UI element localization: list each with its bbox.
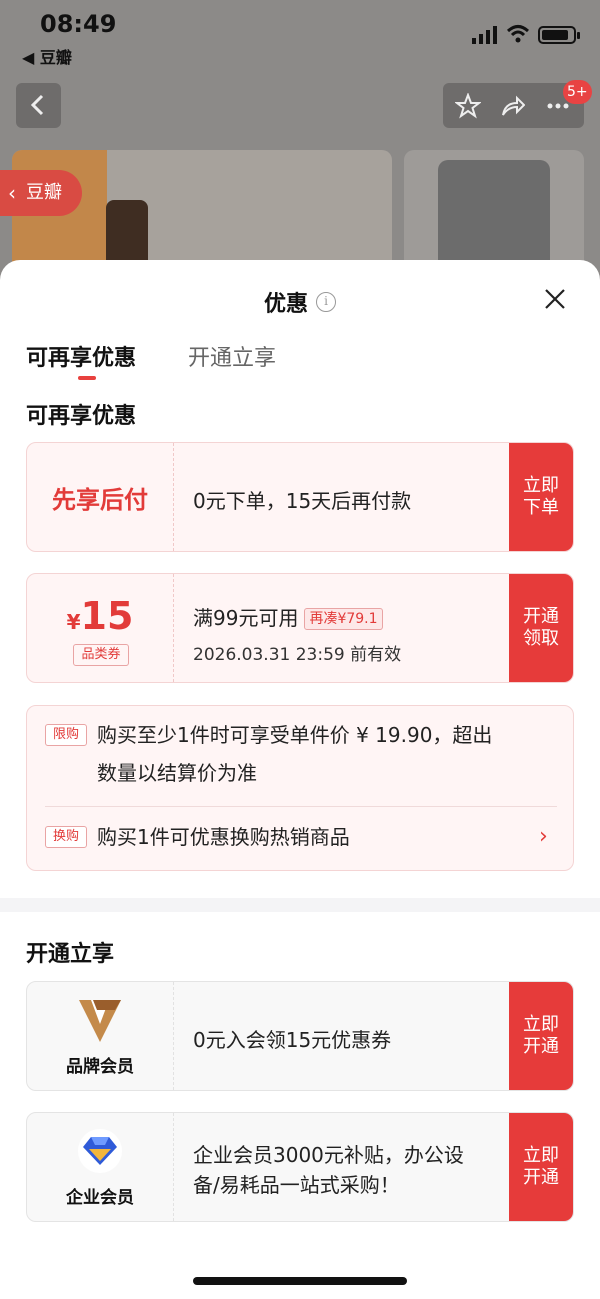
douban-return-tag[interactable]: ‹ 豆瓣 <box>0 170 82 216</box>
exchange-text[interactable]: 购买1件可优惠换购热销商品 <box>97 820 350 854</box>
notification-badge: 5+ <box>563 80 592 104</box>
pay-later-card[interactable]: 先享后付 0元下单，15天后再付款 立即下单 <box>26 442 574 552</box>
enterprise-text-line2: 备/易耗品一站式采购！ <box>193 1173 400 1197</box>
enterprise-text-line1: 企业会员3000元补贴，办公设 <box>193 1143 464 1167</box>
pay-later-text: 0元下单，15天后再付款 <box>193 489 412 513</box>
status-time: 08:49 <box>40 10 117 38</box>
coupon-card[interactable]: ¥15 品类券 满99元可用 再凑¥79.1 2026.03.31 23:59 前… <box>26 573 574 683</box>
open-brand-member-label: 立即开通 <box>523 1014 559 1057</box>
active-tab-indicator <box>78 376 96 380</box>
share-icon[interactable] <box>499 93 525 119</box>
brand-member-card[interactable]: 品牌会员 0元入会领15元优惠券 立即开通 <box>26 981 574 1091</box>
chevron-left-icon: ‹ <box>8 181 16 205</box>
open-brand-member-button[interactable]: 立即开通 <box>509 982 573 1090</box>
claim-coupon-label: 开通领取 <box>523 606 559 649</box>
pay-later-label: 先享后付 <box>52 485 148 514</box>
info-icon[interactable]: i <box>316 292 336 312</box>
douban-tag-label: 豆瓣 <box>26 182 62 203</box>
section-title-available: 可再享优惠 <box>26 404 137 429</box>
limit-text-line1: 购买至少1件时可享受单件价 ¥ 19.90，超出 <box>97 723 493 747</box>
coupon-condition-row: 满99元可用 再凑¥79.1 <box>193 602 383 631</box>
enterprise-diamond-icon <box>78 1129 122 1173</box>
divider <box>45 806 557 807</box>
sheet-title: 优惠 <box>263 292 308 317</box>
order-now-button[interactable]: 立即下单 <box>509 443 573 551</box>
section-title-open: 开通立享 <box>26 942 115 967</box>
star-icon[interactable] <box>455 93 481 119</box>
open-enterprise-member-label: 立即开通 <box>523 1145 559 1188</box>
limit-tag: 限购 <box>45 724 87 746</box>
close-icon[interactable] <box>540 284 570 314</box>
brand-member-logo-icon <box>79 1000 121 1042</box>
tab-open-now[interactable]: 开通立享 <box>188 340 276 372</box>
coupon-category-badge: 品类券 <box>73 644 129 666</box>
coupon-condition: 满99元可用 <box>193 606 299 630</box>
enterprise-member-card[interactable]: 企业会员 企业会员3000元补贴，办公设 备/易耗品一站式采购！ 立即开通 <box>26 1112 574 1222</box>
coupon-value: 15 <box>80 594 134 638</box>
claim-coupon-button[interactable]: 开通领取 <box>509 574 573 682</box>
brand-member-label: 品牌会员 <box>66 1057 134 1077</box>
order-now-label: 立即下单 <box>523 475 559 518</box>
back-to-app-link[interactable]: ◀ 豆瓣 <box>22 44 72 68</box>
chevron-left-icon <box>30 94 44 116</box>
wifi-icon <box>506 25 530 43</box>
status-bar: 08:49 ◀ 豆瓣 <box>0 0 600 80</box>
coupon-gap-tag: 再凑¥79.1 <box>304 608 383 630</box>
coupon-currency: ¥ <box>66 610 81 634</box>
back-button[interactable] <box>16 83 61 128</box>
enterprise-member-label: 企业会员 <box>66 1188 134 1208</box>
promo-box: 限购 购买至少1件时可享受单件价 ¥ 19.90，超出 数量以结算价为准 换购 … <box>26 705 574 871</box>
brand-member-text: 0元入会领15元优惠券 <box>193 1028 392 1052</box>
coupon-amount: ¥15 <box>27 594 173 638</box>
exchange-tag: 换购 <box>45 826 87 848</box>
sheet-header: 优惠 i <box>0 286 600 318</box>
section-divider <box>0 898 600 912</box>
battery-icon <box>538 26 580 44</box>
tab-available-discounts[interactable]: 可再享优惠 <box>26 340 136 372</box>
coupon-expiry: 2026.03.31 23:59 前有效 <box>193 645 402 665</box>
home-indicator <box>193 1277 407 1285</box>
open-enterprise-member-button[interactable]: 立即开通 <box>509 1113 573 1221</box>
discount-sheet: 优惠 i 可再享优惠 开通立享 可再享优惠 先享后付 0元下单，15天后再付款 立… <box>0 260 600 1299</box>
chevron-right-icon[interactable]: › <box>539 824 548 849</box>
signal-icon <box>472 26 497 44</box>
limit-text-line2: 数量以结算价为准 <box>97 761 257 785</box>
